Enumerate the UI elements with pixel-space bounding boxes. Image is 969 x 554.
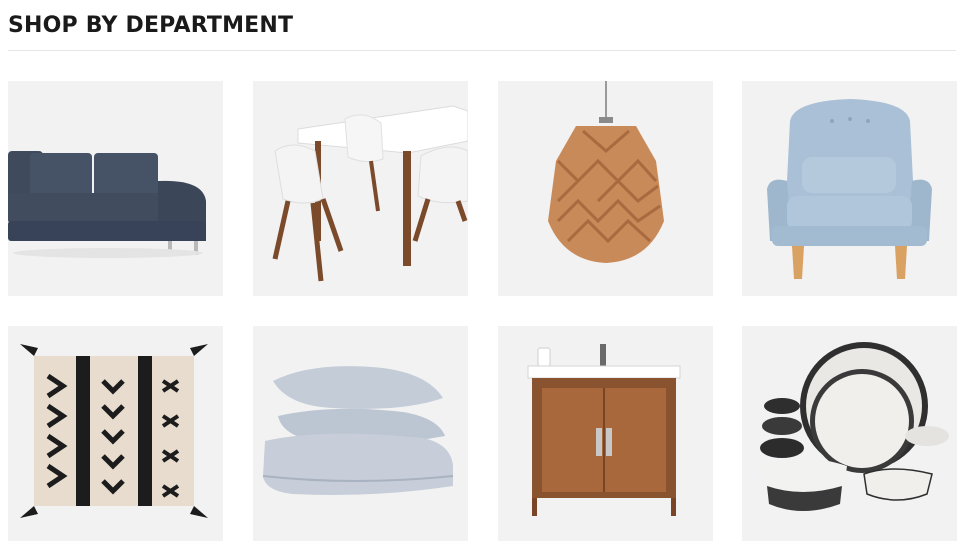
dinnerware-icon: [760, 342, 949, 511]
pendant-lamp-icon: [548, 81, 664, 263]
department-tile-decor[interactable]: [8, 326, 223, 541]
bedding-icon: [262, 366, 454, 495]
department-tile-sofas[interactable]: [8, 81, 223, 296]
department-tile-bedding[interactable]: [253, 326, 468, 541]
section-title: SHOP BY DEPARTMENT: [8, 13, 294, 38]
bathroom-vanity-icon: [527, 344, 681, 516]
department-tile-chairs[interactable]: [742, 81, 957, 296]
throw-pillow-icon: [20, 344, 208, 518]
dining-set-icon: [272, 105, 468, 282]
department-tile-lighting[interactable]: [498, 81, 713, 296]
armchair-icon: [767, 99, 932, 279]
section-header: SHOP BY DEPARTMENT: [8, 10, 956, 51]
department-tile-dining[interactable]: [253, 81, 468, 296]
department-tile-bath[interactable]: [498, 326, 713, 541]
department-tile-kitchen[interactable]: [742, 326, 957, 541]
sofa-icon: [8, 151, 206, 258]
